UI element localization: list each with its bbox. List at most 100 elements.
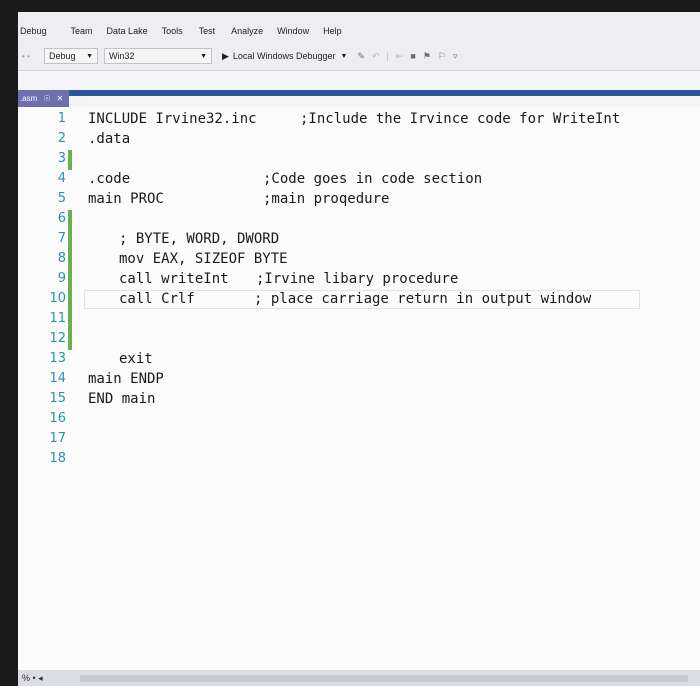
change-tracking-bar bbox=[68, 270, 72, 290]
platform-dropdown[interactable]: Win32 ▼ bbox=[104, 48, 212, 64]
code-comment: ; place carriage return in output window bbox=[254, 291, 592, 307]
line-number: 17 bbox=[49, 431, 66, 446]
code-text: .data bbox=[88, 131, 131, 147]
visual-studio-window: Debug Team Data Lake Tools Test Analyze … bbox=[18, 12, 700, 686]
code-line[interactable]: 6 bbox=[18, 210, 700, 230]
start-debugging-button[interactable]: ▶ Local Windows Debugger ▼ bbox=[222, 51, 347, 62]
line-number: 2 bbox=[57, 131, 66, 146]
code-line[interactable]: 12 bbox=[18, 330, 700, 350]
menu-test[interactable]: Test bbox=[189, 26, 222, 42]
code-comment: ;main proqedure bbox=[263, 191, 390, 207]
code-text: main PROC bbox=[88, 191, 164, 207]
line-number: 18 bbox=[49, 451, 66, 466]
code-line[interactable]: 3 bbox=[18, 150, 700, 170]
outdent-icon[interactable]: ⇤ bbox=[396, 51, 404, 62]
code-line[interactable]: 11 bbox=[18, 310, 700, 330]
change-tracking-bar bbox=[68, 150, 72, 170]
code-line[interactable]: 8 mov EAX, SIZEOF BYTE bbox=[18, 250, 700, 270]
line-number: 10 bbox=[49, 291, 66, 306]
line-number: 5 bbox=[57, 191, 66, 206]
toolbar-grip-icon: • • bbox=[22, 51, 30, 61]
code-line[interactable]: 4 .code ;Code goes in code section bbox=[18, 170, 700, 190]
tab-filename: .asm bbox=[20, 94, 38, 103]
code-text: INCLUDE Irvine32.inc bbox=[88, 111, 257, 127]
pin-tab-icon[interactable]: ☉ bbox=[43, 94, 50, 103]
code-line[interactable]: 15 END main bbox=[18, 390, 700, 410]
code-line[interactable]: 17 bbox=[18, 430, 700, 450]
code-text: ; BYTE, WORD, DWORD bbox=[119, 231, 280, 247]
change-tracking-bar bbox=[68, 310, 72, 330]
line-number: 7 bbox=[57, 231, 66, 246]
line-number: 1 bbox=[57, 111, 66, 126]
code-line[interactable]: 16 bbox=[18, 410, 700, 430]
run-target-label: Local Windows Debugger bbox=[232, 51, 336, 61]
code-text: call writeInt bbox=[119, 271, 229, 287]
close-tab-icon[interactable]: ✕ bbox=[57, 94, 64, 103]
code-line[interactable]: 7 ; BYTE, WORD, DWORD bbox=[18, 230, 700, 250]
menu-tools[interactable]: Tools bbox=[154, 26, 189, 42]
change-tracking-bar bbox=[68, 230, 72, 250]
menu-team[interactable]: Team bbox=[53, 26, 99, 42]
line-number: 9 bbox=[57, 271, 66, 286]
standard-toolbar: • • Debug ▼ Win32 ▼ ▶ Local Windows Debu… bbox=[18, 42, 700, 71]
code-line[interactable]: 13 exit bbox=[18, 350, 700, 370]
line-number: 15 bbox=[49, 391, 66, 406]
menu-help[interactable]: Help bbox=[315, 26, 348, 42]
code-line[interactable]: 14 main ENDP bbox=[18, 370, 700, 390]
status-bar: % • ◂ bbox=[18, 670, 700, 686]
toolbar-icons: ✎ ↶ | ⇤ ■ ⚑ ⚐ ▿ bbox=[357, 51, 457, 62]
line-number: 8 bbox=[57, 251, 66, 266]
line-number: 4 bbox=[57, 171, 66, 186]
code-comment: ;Code goes in code section bbox=[263, 171, 483, 187]
code-line[interactable]: 9 call writeInt ;Irvine libary procedure bbox=[18, 270, 700, 290]
change-tracking-bar bbox=[68, 250, 72, 270]
code-comment: ;Irvine libary procedure bbox=[256, 271, 459, 287]
line-number: 6 bbox=[57, 211, 66, 226]
code-text: exit bbox=[119, 351, 153, 367]
code-line[interactable]: 10 call Crlf ; place carriage return in ou… bbox=[18, 290, 700, 310]
change-tracking-bar bbox=[68, 290, 72, 310]
configuration-value: Debug bbox=[49, 51, 76, 61]
code-text: main ENDP bbox=[88, 371, 164, 387]
bookmark-icon[interactable]: ■ bbox=[410, 51, 415, 61]
code-line[interactable]: 5 main PROC ;main proqedure bbox=[18, 190, 700, 210]
line-number: 12 bbox=[49, 331, 66, 346]
chevron-down-icon: ▼ bbox=[340, 52, 348, 60]
overflow-icon[interactable]: ▿ bbox=[453, 51, 458, 62]
menu-window[interactable]: Window bbox=[269, 26, 315, 42]
line-number: 11 bbox=[49, 311, 66, 326]
document-tab-strip bbox=[18, 90, 700, 96]
code-text: mov EAX, SIZEOF BYTE bbox=[119, 251, 288, 267]
zoom-indicator[interactable]: % • ◂ bbox=[22, 673, 43, 684]
code-line[interactable]: 18 bbox=[18, 450, 700, 470]
horizontal-scrollbar[interactable] bbox=[80, 675, 688, 682]
menu-debug[interactable]: Debug bbox=[18, 26, 53, 42]
code-editor[interactable]: 1 INCLUDE Irvine32.inc ;Include the Irvinc… bbox=[18, 107, 700, 670]
line-number: 3 bbox=[57, 151, 66, 166]
code-text: call Crlf bbox=[119, 291, 195, 307]
line-number: 13 bbox=[49, 351, 66, 366]
code-comment: ;Include the Irvince code for WriteInt bbox=[300, 111, 621, 127]
menu-data-lake[interactable]: Data Lake bbox=[99, 26, 154, 42]
bookmark-next-icon[interactable]: ⚐ bbox=[438, 51, 446, 62]
configuration-dropdown[interactable]: Debug ▼ bbox=[44, 48, 98, 64]
change-tracking-bar bbox=[68, 330, 72, 350]
code-text: END main bbox=[88, 391, 156, 407]
line-number: 14 bbox=[49, 371, 66, 386]
chevron-down-icon: ▼ bbox=[86, 52, 93, 60]
undo-icon[interactable]: ↶ bbox=[372, 51, 380, 62]
menu-bar: Debug Team Data Lake Tools Test Analyze … bbox=[18, 12, 700, 42]
change-tracking-bar bbox=[68, 210, 72, 230]
document-tab-asm[interactable]: .asm ☉ ✕ bbox=[18, 90, 70, 107]
platform-value: Win32 bbox=[109, 51, 135, 61]
code-line[interactable]: 2 .data bbox=[18, 130, 700, 150]
bookmark-prev-icon[interactable]: ⚑ bbox=[423, 51, 431, 62]
play-icon: ▶ bbox=[222, 50, 229, 61]
pin-icon[interactable]: ✎ bbox=[357, 51, 365, 62]
code-text: .code bbox=[88, 171, 131, 187]
line-number: 16 bbox=[49, 411, 66, 426]
menu-analyze[interactable]: Analyze bbox=[221, 26, 269, 42]
chevron-down-icon: ▼ bbox=[200, 52, 207, 60]
code-line[interactable]: 1 INCLUDE Irvine32.inc ;Include the Irvinc… bbox=[18, 110, 700, 130]
separator: | bbox=[386, 51, 389, 61]
